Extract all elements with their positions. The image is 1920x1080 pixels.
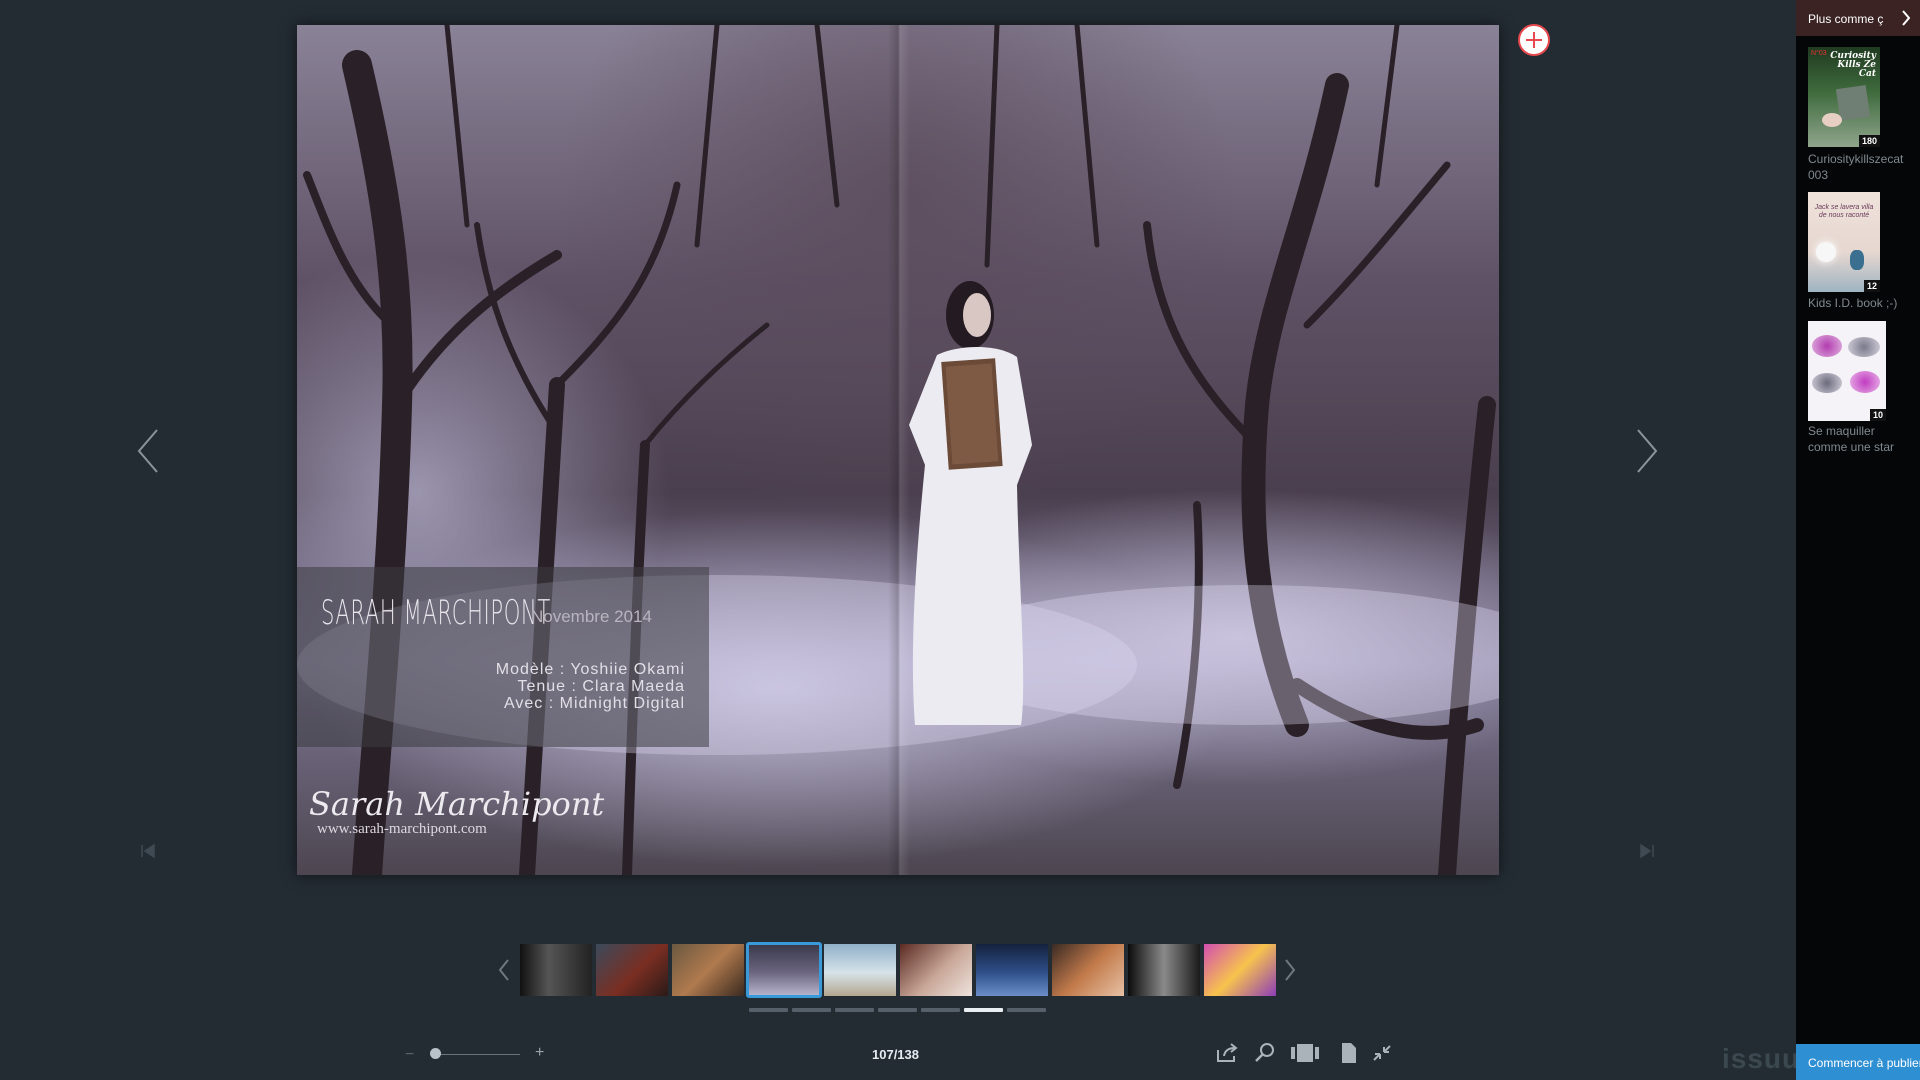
recommendation-cover[interactable]: N°03 Curiosity Kills Ze Cat 180	[1808, 47, 1880, 147]
more-like-this-header[interactable]: Plus comme ç	[1796, 0, 1920, 36]
skip-forward-icon	[1640, 843, 1654, 859]
zoom-slider-handle[interactable]	[430, 1048, 441, 1059]
photo-credits-box: SARAH MARCHIPONT Novembre 2014 Modèle : …	[297, 567, 709, 747]
cover-light	[1816, 242, 1836, 262]
book-gutter	[888, 25, 910, 875]
recommendation-title[interactable]: Kids I.D. book ;-)	[1808, 295, 1912, 311]
pager-dot[interactable]	[792, 1008, 831, 1012]
issuu-logo: issuu	[1722, 1043, 1801, 1074]
cover-makeup-2	[1848, 337, 1880, 357]
thumbnail-9[interactable]	[1128, 944, 1200, 996]
credit-outfit: Tenue : Clara Maeda	[517, 678, 685, 695]
zoom-in-button[interactable]: +	[535, 1044, 544, 1062]
thumbnails-next-button[interactable]	[1283, 958, 1297, 982]
reader-viewport: SARAH MARCHIPONT Novembre 2014 Modèle : …	[0, 0, 1799, 1080]
thumbnail-5[interactable]	[824, 944, 896, 996]
recommendation-title[interactable]: Curiositykillszecat 003	[1808, 151, 1912, 183]
share-icon	[1217, 1043, 1238, 1062]
page-count-badge: 12	[1863, 280, 1880, 292]
more-like-this-label: Plus comme ç	[1808, 12, 1884, 26]
pager-dot-active[interactable]	[964, 1008, 1003, 1012]
pager-dot[interactable]	[749, 1008, 788, 1012]
page-counter: 107/138	[872, 1047, 919, 1062]
thumbnail-2[interactable]	[596, 944, 668, 996]
chevron-right-icon	[1902, 10, 1911, 26]
thumbnail-7[interactable]	[976, 944, 1048, 996]
exit-fullscreen-button[interactable]	[1370, 1042, 1394, 1064]
recommendations-sidebar: Plus comme ç N°03 Curiosity Kills Ze Cat…	[1796, 0, 1920, 1080]
photographer-signature: Sarah Marchipont	[309, 785, 605, 823]
two-page-view-icon	[1291, 1044, 1319, 1062]
cover-makeup-1	[1812, 335, 1842, 357]
chevron-left-icon	[498, 959, 509, 981]
collapse-icon	[1373, 1045, 1391, 1061]
start-publishing-button[interactable]: Commencer à publier	[1796, 1044, 1920, 1080]
start-publishing-label: Commencer à publier	[1808, 1056, 1920, 1070]
first-page-button[interactable]	[139, 842, 157, 860]
zoom-out-button[interactable]: −	[405, 1046, 414, 1064]
page-count-badge: 10	[1869, 409, 1886, 421]
single-page-view-button[interactable]	[1336, 1042, 1360, 1064]
thumbnail-6[interactable]	[900, 944, 972, 996]
cover-title: Jack se lavera villa de nous raconté	[1814, 204, 1874, 219]
chevron-right-icon	[1637, 429, 1658, 473]
thumbnail-10[interactable]	[1204, 944, 1276, 996]
credit-with: Avec : Midnight Digital	[504, 695, 685, 712]
previous-page-button[interactable]	[133, 426, 163, 476]
spread-view-button[interactable]	[1290, 1042, 1320, 1064]
page-icon	[1342, 1043, 1356, 1063]
publication-date: Novembre 2014	[531, 607, 652, 626]
recommendation-cover[interactable]: Jack se lavera villa de nous raconté 12	[1808, 192, 1880, 292]
credit-model: Modèle : Yoshiie Okami	[495, 661, 685, 678]
pager-dot[interactable]	[835, 1008, 874, 1012]
search-button[interactable]	[1253, 1042, 1277, 1064]
share-button[interactable]	[1215, 1042, 1239, 1064]
cover-makeup-4	[1850, 371, 1880, 393]
thumbnail-strip	[520, 942, 1278, 998]
pager-dot[interactable]	[921, 1008, 960, 1012]
add-to-stack-button[interactable]	[1518, 24, 1550, 56]
thumbnails-prev-button[interactable]	[497, 958, 511, 982]
recommendation-cover[interactable]: 10	[1808, 321, 1886, 421]
magazine-spread[interactable]: SARAH MARCHIPONT Novembre 2014 Modèle : …	[297, 25, 1499, 875]
search-icon	[1255, 1043, 1274, 1062]
next-page-button[interactable]	[1632, 426, 1662, 476]
pager-dot[interactable]	[1007, 1008, 1046, 1012]
cover-title: Curiosity Kills Ze Cat	[1830, 51, 1876, 79]
thumbnail-4[interactable]	[746, 942, 822, 998]
last-page-button[interactable]	[1638, 842, 1656, 860]
chevron-left-icon	[137, 429, 158, 473]
zoom-slider-track[interactable]	[432, 1054, 520, 1055]
chevron-right-icon	[1285, 959, 1296, 981]
thumbnail-8[interactable]	[1052, 944, 1124, 996]
cover-makeup-3	[1812, 373, 1842, 393]
cover-hand	[1822, 113, 1842, 127]
credits-list: Modèle : Yoshiie Okami Tenue : Clara Mae…	[496, 661, 685, 712]
photographer-website: www.sarah-marchipont.com	[317, 821, 487, 837]
recommendation-item[interactable]: N°03 Curiosity Kills Ze Cat 180 Curiosit…	[1808, 47, 1912, 185]
thumbnail-3[interactable]	[672, 944, 744, 996]
cover-issue: N°03	[1811, 50, 1827, 57]
recommendation-item[interactable]: 10 Se maquiller comme une star	[1808, 321, 1912, 461]
thumbnail-1[interactable]	[520, 944, 592, 996]
recommendation-item[interactable]: Jack se lavera villa de nous raconté 12 …	[1808, 192, 1912, 312]
cover-bench	[1835, 85, 1871, 121]
cover-figure	[1850, 250, 1864, 270]
page-count-badge: 180	[1858, 135, 1880, 147]
photographer-name: SARAH MARCHIPONT	[321, 593, 551, 633]
skip-back-icon	[141, 843, 155, 859]
recommendation-title[interactable]: Se maquiller comme une star	[1808, 423, 1912, 455]
pager-dot[interactable]	[878, 1008, 917, 1012]
